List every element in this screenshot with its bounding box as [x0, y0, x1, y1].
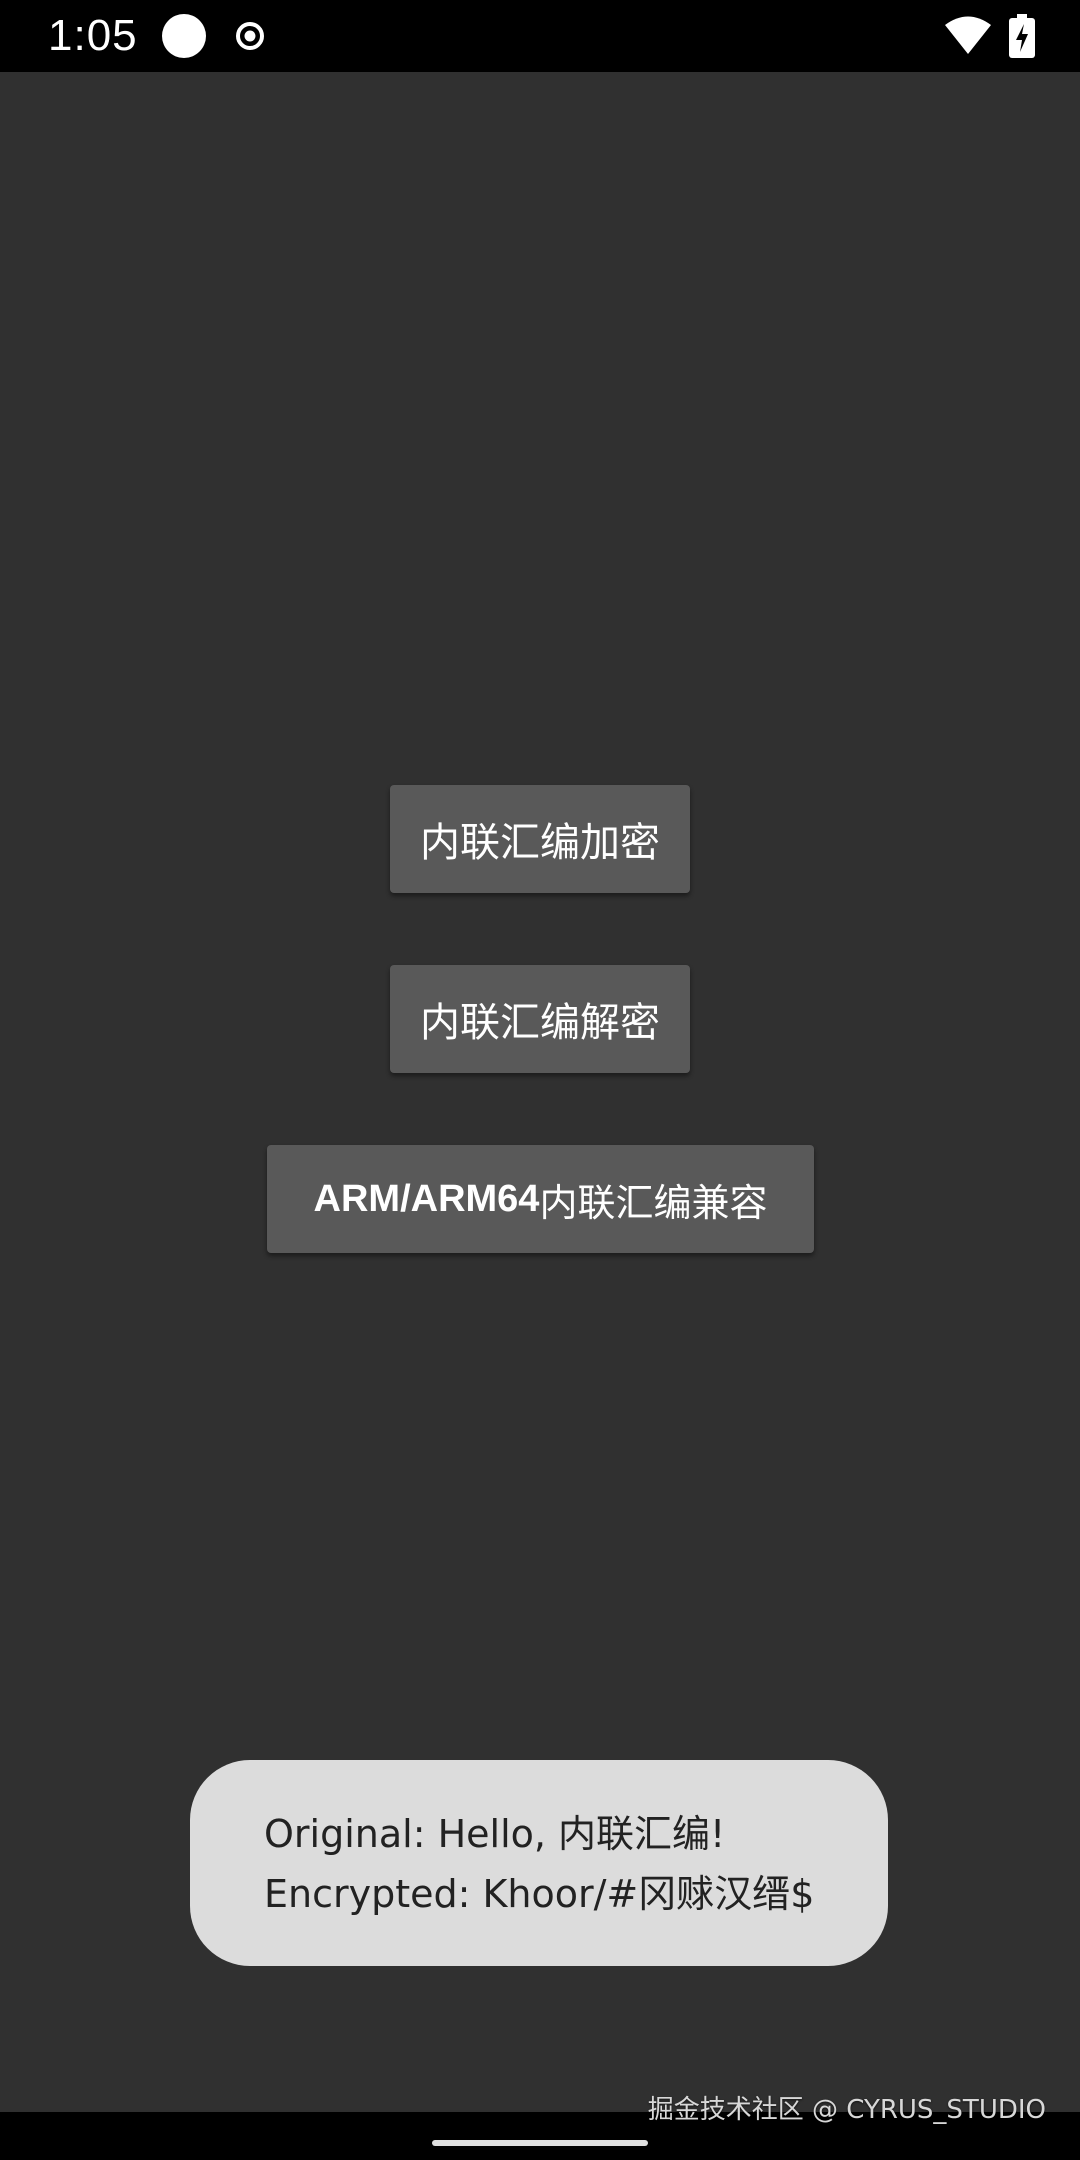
arm-inline-asm-compat-button[interactable]: ARM/ARM64 内联汇编兼容 — [267, 1145, 814, 1253]
wifi-icon — [945, 16, 991, 54]
inline-asm-encrypt-button[interactable]: 内联汇编加密 — [390, 785, 690, 893]
compat-button-cjk-label: 内联汇编兼容 — [539, 1180, 768, 1225]
battery-charging-icon — [1009, 14, 1035, 58]
compat-button-latin-label: ARM/ARM64 — [313, 1177, 540, 1220]
circle-icon — [162, 14, 206, 58]
inline-asm-decrypt-button[interactable]: 内联汇编解密 — [390, 965, 690, 1073]
toast-encrypted-text: Encrypted: Khoor/#冈赇汉缙$ — [264, 1872, 815, 1916]
toast-message: Original: Hello, 内联汇编! Encrypted: Khoor/… — [190, 1760, 888, 1966]
watermark: 掘金技术社区 @ CYRUS_STUDIO — [647, 2095, 1046, 2125]
status-bar: 1:05 — [0, 0, 1080, 72]
status-time: 1:05 — [48, 11, 138, 60]
toast-original-text: Original: Hello, 内联汇编! — [264, 1812, 726, 1856]
home-gesture-handle[interactable] — [432, 2140, 648, 2146]
target-icon — [236, 22, 264, 50]
